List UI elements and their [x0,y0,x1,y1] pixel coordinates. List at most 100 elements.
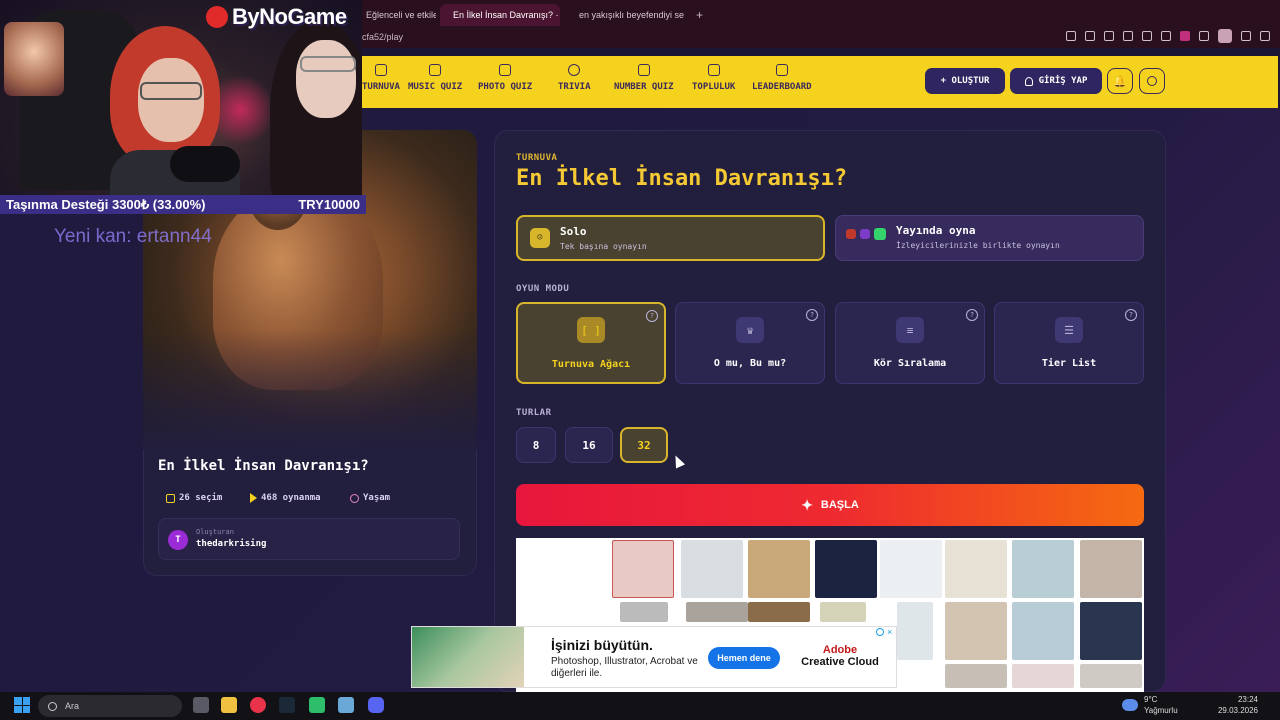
live-title: Yayında oyna [896,224,976,237]
nav-item-photo-quiz[interactable]: PHOTO QUIZ [478,64,532,92]
ad-product-thumb[interactable] [1012,540,1074,598]
url-field[interactable]: cfa52/play [362,32,403,42]
search-button[interactable] [1139,68,1165,94]
send-icon[interactable] [1142,31,1152,41]
taskbar-search[interactable]: Ara [38,695,182,717]
new-tab-button[interactable]: + [696,8,703,22]
notifications-button[interactable]: 🔔 [1107,68,1133,94]
streamer-2-face [296,40,356,118]
nav-item-music-quiz[interactable]: MUSIC QUIZ [408,64,462,92]
bynogame-logo: ByNoGame [232,4,347,29]
tab-label: En İlkel İnsan Davranışı? · [453,10,559,20]
help-icon[interactable]: ? [1125,309,1137,321]
browser-tab[interactable]: en yakışıklı beyefendiyi se [566,4,690,26]
help-icon[interactable]: ? [966,309,978,321]
ad-info-icon[interactable] [876,628,884,636]
round-option-32[interactable]: 32 [620,427,668,463]
file-explorer-icon[interactable] [221,697,237,713]
bynogame-logo-icon [206,6,228,28]
browser-tab[interactable]: Eğlenceli ve etkile [358,4,436,26]
round-option-8[interactable]: 8 [516,427,556,463]
app-icon[interactable] [309,697,325,713]
extension-icon[interactable] [1180,31,1190,41]
ad-close-icon[interactable]: × [887,627,892,637]
ad-product-thumb[interactable] [880,540,942,598]
nav-item-topluluk[interactable]: TOPLULUK [692,64,735,92]
choices-text: 26 seçim [179,493,223,503]
streamer-1-face [138,58,204,142]
login-button[interactable]: GİRİŞ YAP [1010,68,1102,94]
list-icon: ☰ [1055,317,1083,343]
ad-product-thumb[interactable] [1080,664,1142,688]
goal-label: Taşınma Desteği 3300₺ (33.00%) [6,196,206,212]
nav-item-turnuva[interactable]: TURNUVA [362,64,400,92]
ad-product-thumb[interactable] [1080,602,1142,660]
ad-product-thumb[interactable] [748,540,810,598]
mode-tournament-bracket[interactable]: [ ] ? Turnuva Ağacı [516,302,666,384]
category-tag[interactable]: Yaşam [350,490,390,506]
mode-tier-list[interactable]: ☰ ? Tier List [994,302,1144,384]
menu-icon[interactable] [1260,31,1270,41]
solo-option[interactable]: ☺ Solo Tek başına oynayın [516,215,825,261]
start-button[interactable]: ✦ BAŞLA [516,484,1144,526]
screenshot-icon[interactable] [1085,31,1095,41]
camera-icon [499,64,512,76]
youtube-icon [846,229,856,239]
play-icon[interactable] [1123,31,1133,41]
shield-icon[interactable] [1104,31,1114,41]
live-option[interactable]: Yayında oyna İzleyicilerinizle birlikte … [835,215,1144,261]
ad-product-thumb[interactable] [1012,664,1074,688]
steam-icon[interactable] [279,697,295,713]
create-button[interactable]: + OLUŞTUR [925,68,1005,94]
opera-gx-icon[interactable] [250,697,266,713]
users-icon [707,64,720,76]
ad-product-thumb[interactable] [945,540,1007,598]
cloud-icon [1122,699,1138,711]
round-option-16[interactable]: 16 [565,427,613,463]
new-subscriber-alert: Yeni kan: ertann44 [54,226,212,247]
nav-item-number-quiz[interactable]: NUMBER QUIZ [614,64,674,92]
weather-widget[interactable]: 9°C Yağmurlu [1122,694,1178,716]
help-icon[interactable]: ? [646,310,658,322]
puzzle-icon[interactable] [1199,31,1209,41]
ad-product-thumb[interactable] [1012,602,1074,660]
ad-product-thumb[interactable] [945,602,1007,660]
ad-product-thumb[interactable] [612,540,674,598]
ad-product-thumb[interactable] [1080,540,1142,598]
mode-blind-ranking[interactable]: ≡ ? Kör Sıralama [835,302,985,384]
help-icon[interactable]: ? [806,309,818,321]
nav-item-leaderboard[interactable]: LEADERBOARD [752,64,812,92]
weather-desc: Yağmurlu [1144,706,1178,715]
search-placeholder: Ara [65,701,80,711]
ad-product-thumb[interactable] [681,540,743,598]
kick-icon [874,228,886,240]
discord-icon[interactable] [368,697,384,713]
nav-label: LEADERBOARD [752,82,812,92]
task-view-icon[interactable] [193,697,209,713]
ad-product-thumb[interactable] [820,602,866,622]
ad-cta-button[interactable]: Hemen dene [708,647,780,669]
weather-temp: 9°C [1144,695,1158,704]
ad-product-thumb[interactable] [897,602,933,660]
play-icon [250,493,257,503]
browser-tab-active[interactable]: En İlkel İnsan Davranışı? · [440,4,560,26]
profile-avatar[interactable] [1218,29,1232,43]
ad-product-thumb[interactable] [815,540,877,598]
bell-icon: 🔔 [1113,74,1127,88]
tab-label: Eğlenceli ve etkile [366,10,436,20]
windows-start-icon[interactable] [14,697,30,713]
creator-name[interactable]: thedarkrising [196,539,266,549]
ad-product-thumb[interactable] [748,602,810,622]
taskbar-clock[interactable]: 23:24 29.03.2026 [1218,694,1258,716]
ad-collapse-toggle[interactable] [620,602,668,622]
app-icon[interactable] [338,697,354,713]
ad-product-thumb[interactable] [686,602,748,622]
ad-product-thumb[interactable] [945,664,1007,688]
mode-this-or-that[interactable]: ♛ ? O mu, Bu mu? [675,302,825,384]
trophy-icon [374,64,387,76]
nav-item-trivia[interactable]: TRIVIA [558,64,591,92]
heart-icon[interactable] [1161,31,1171,41]
download-icon[interactable] [1241,31,1251,41]
pin-icon[interactable] [1066,31,1076,41]
cover-fade [143,330,477,450]
